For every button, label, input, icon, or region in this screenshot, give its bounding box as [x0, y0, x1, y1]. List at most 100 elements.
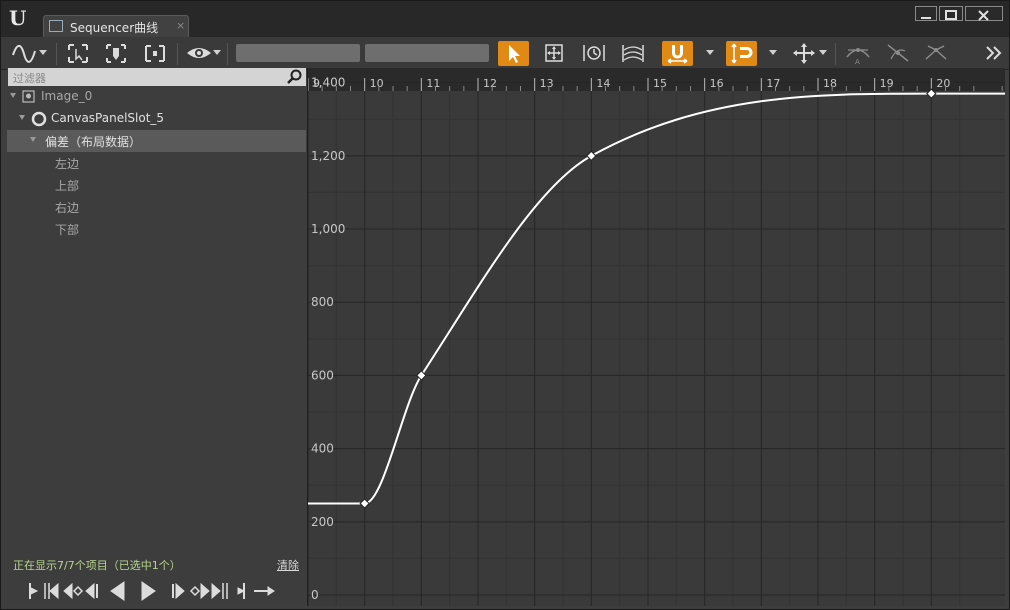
step-back-frame-icon[interactable] [85, 582, 98, 600]
item-count-status: 正在显示7/7个项目（已选中1个） [13, 559, 181, 572]
visibility-dropdown-icon[interactable] [213, 50, 221, 55]
curve-view-mode-icon[interactable] [11, 41, 37, 66]
toolbar-separator [835, 43, 836, 65]
expander-arrow-icon[interactable] [19, 115, 25, 120]
tab-sequencer-curves[interactable]: Sequencer曲线 × [43, 15, 189, 37]
curve-editor-icon [49, 20, 63, 32]
snap-time-dropdown-icon[interactable] [706, 50, 714, 55]
title-bar: U Sequencer曲线 × [1, 1, 1009, 37]
curve-graph-canvas[interactable]: 9 10 11 12 13 14 15 16 17 18 19 20 02004006008001,0… [307, 68, 1005, 606]
value-input-field[interactable] [365, 44, 489, 62]
image-icon [22, 90, 35, 103]
tree-item-top[interactable]: 上部 [7, 174, 306, 196]
y-axis-label: 0 [311, 588, 319, 602]
ruler-label: 19 [880, 77, 894, 90]
ruler-label: 11 [426, 77, 440, 90]
y-axis-label: 600 [311, 368, 334, 382]
ruler-label: 17 [766, 77, 780, 90]
curve-toolbar: A [1, 37, 1009, 70]
tree-item-label: 右边 [55, 201, 80, 215]
keyframe-marker[interactable] [586, 150, 597, 162]
ruler-label: 13 [540, 77, 554, 90]
y-axis-label: 1,200 [311, 149, 345, 163]
snap-value-magnet-icon[interactable] [726, 41, 757, 66]
tree-item-label: 偏差（布局数据） [45, 135, 142, 149]
clear-filter-button[interactable]: 清除 [277, 557, 299, 573]
tangent-user-icon[interactable] [885, 41, 911, 66]
ruler-label: 12 [483, 77, 497, 90]
ruler-label: 16 [710, 77, 724, 90]
previous-key-icon[interactable] [63, 582, 84, 600]
y-axis-label: 800 [311, 295, 334, 309]
toolbar-separator [177, 43, 178, 65]
tree-item-label: 上部 [55, 179, 80, 193]
tree-item-offset-layout-data[interactable]: 偏差（布局数据） [7, 130, 306, 152]
y-axis-label: 1,000 [311, 222, 345, 236]
sequencer-curve-window: U Sequencer曲线 × A 过滤器 Image_0 CanvasPane… [0, 0, 1010, 610]
search-icon [287, 69, 302, 84]
y-axis-label: 400 [311, 442, 334, 456]
step-back-key-icon[interactable] [44, 582, 59, 600]
tree-item-left[interactable]: 左边 [7, 152, 306, 174]
expander-arrow-icon[interactable] [10, 93, 16, 98]
toolbar-separator [227, 43, 228, 65]
y-axis-label: 1,400 [311, 76, 345, 90]
snap-value-dropdown-icon[interactable] [769, 50, 777, 55]
minimize-button[interactable] [915, 6, 937, 21]
playback-transport [29, 581, 275, 601]
tree-item-canvas-panel-slot[interactable]: CanvasPanelSlot_5 [7, 108, 306, 130]
expander-arrow-icon[interactable] [30, 137, 36, 142]
snap-time-magnet-icon[interactable] [662, 41, 693, 66]
circle-icon [31, 111, 47, 127]
tree-item-label: 左边 [55, 157, 80, 171]
unreal-logo-icon: U [9, 6, 27, 30]
tree-item-label: 下部 [55, 223, 80, 237]
ruler-label: 20 [936, 77, 950, 90]
filter-placeholder: 过滤器 [13, 72, 46, 85]
tree-item-right[interactable]: 右边 [7, 196, 306, 218]
multi-curve-tool-icon[interactable] [620, 41, 646, 66]
y-axis-label: 200 [311, 515, 334, 529]
next-key-icon[interactable] [189, 582, 210, 600]
axis-snap-dropdown-icon[interactable] [819, 50, 827, 55]
tree-item-image-0[interactable]: Image_0 [7, 86, 306, 108]
play-reverse-icon[interactable] [110, 581, 125, 601]
frame-all-icon[interactable] [65, 41, 91, 66]
filter-input[interactable]: 过滤器 [8, 68, 306, 86]
ruler-label: 18 [823, 77, 837, 90]
axis-snap-icon[interactable] [791, 41, 817, 66]
step-forward-frame-icon[interactable] [172, 582, 185, 600]
ruler-label: 14 [596, 77, 610, 90]
keyframe-marker[interactable] [359, 498, 370, 509]
play-icon[interactable] [141, 581, 156, 601]
view-mode-dropdown-icon[interactable] [39, 50, 47, 55]
select-tool-icon[interactable] [498, 41, 529, 66]
frame-horizontal-icon[interactable] [142, 41, 168, 66]
transform-tool-icon[interactable] [541, 41, 567, 66]
tree-item-label: Image_0 [41, 89, 93, 103]
tangent-auto-icon[interactable]: A [845, 41, 871, 66]
tab-close-icon[interactable]: × [176, 19, 185, 32]
ruler-label: 10 [370, 77, 384, 90]
tangent-break-icon[interactable] [923, 41, 949, 66]
loop-mode-icon[interactable] [254, 586, 275, 596]
curve-graph-area[interactable]: 9 10 11 12 13 14 15 16 17 18 19 20 0 200 400 600 800 1,0… [307, 68, 1005, 606]
toolbar-separator [56, 43, 57, 65]
curve-line[interactable] [308, 92, 1005, 505]
frame-selection-icon[interactable] [103, 41, 129, 66]
tab-label: Sequencer曲线 [70, 21, 159, 35]
visibility-eye-icon[interactable] [185, 41, 213, 66]
toolbar-overflow-icon[interactable] [983, 41, 1005, 66]
tree-item-label: CanvasPanelSlot_5 [51, 111, 165, 125]
retime-tool-icon[interactable] [581, 41, 607, 66]
maximize-button[interactable] [939, 6, 963, 21]
svg-text:A: A [855, 58, 860, 66]
close-window-button[interactable] [965, 6, 1003, 21]
tree-item-bottom[interactable]: 下部 [7, 218, 306, 240]
step-forward-key-icon[interactable] [211, 582, 228, 600]
curve-tree-panel: 过滤器 Image_0 CanvasPanelSlot_5 偏差（布局数据） 左… [7, 68, 306, 606]
jump-to-start-icon[interactable] [29, 583, 39, 599]
ruler-label: 15 [653, 77, 667, 90]
jump-to-end-icon[interactable] [237, 583, 246, 599]
time-input-field[interactable] [236, 44, 360, 62]
